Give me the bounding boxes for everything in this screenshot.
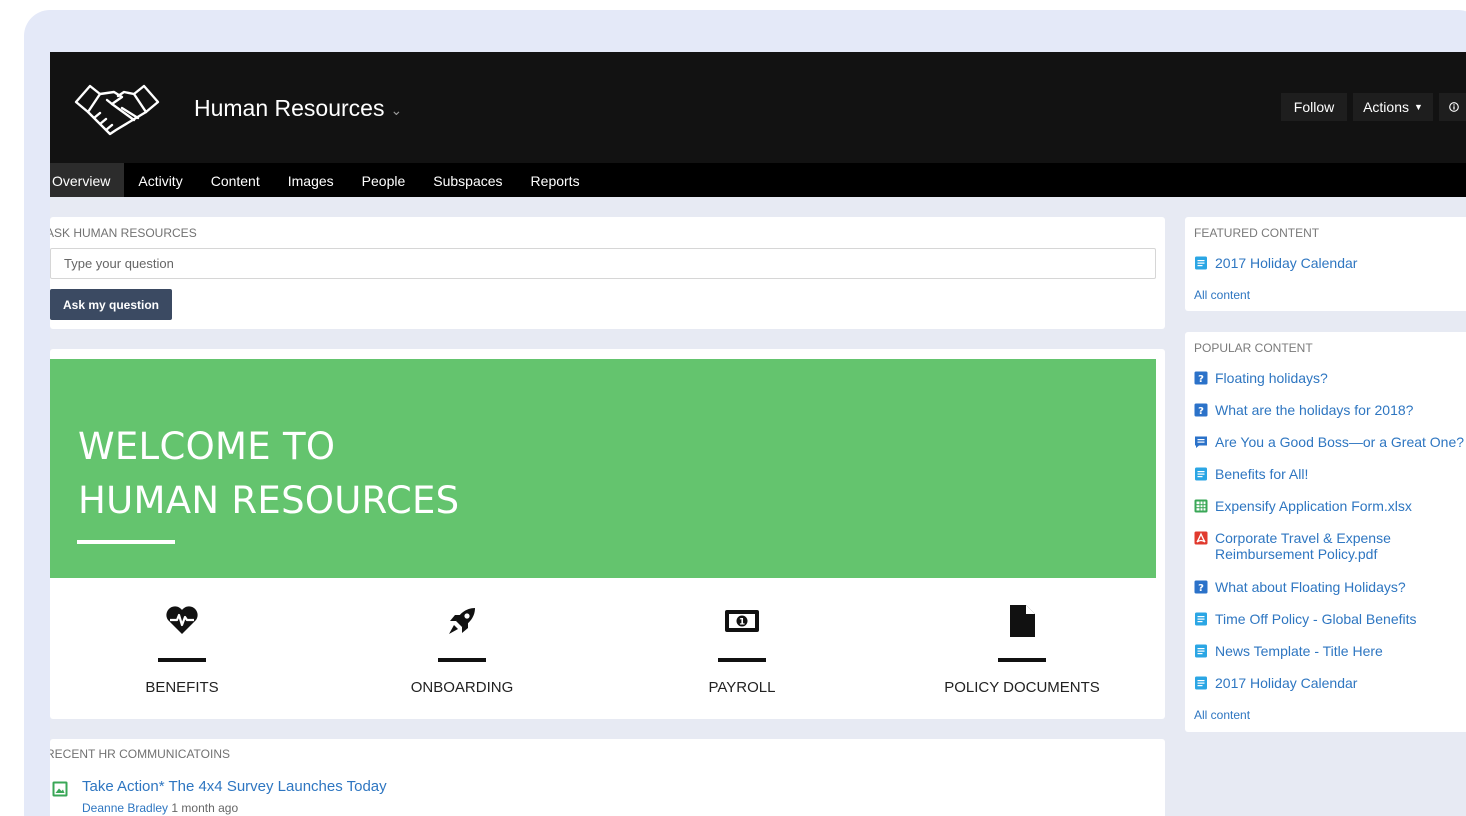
tile-payroll[interactable]: 1 PAYROLL xyxy=(610,604,874,704)
tab-subspaces[interactable]: Subspaces xyxy=(419,163,516,197)
question-icon: ? xyxy=(1194,371,1208,385)
popular-all-content-link[interactable]: All content xyxy=(1194,708,1250,722)
document-icon xyxy=(1195,467,1207,481)
tile-label: PAYROLL xyxy=(708,679,776,696)
recent-communications-widget: RECENT HR COMMUNICATOINS Take Action* Th… xyxy=(50,739,1165,816)
welcome-widget: WELCOME TO HUMAN RESOURCES BENEFITS ONBO… xyxy=(50,349,1165,719)
ask-heading: ASK HUMAN RESOURCES xyxy=(50,226,197,240)
popular-item[interactable]: ? What are the holidays for 2018? xyxy=(1194,402,1413,418)
recent-item-meta: Deanne Bradley 1 month ago xyxy=(82,801,238,815)
popular-item[interactable]: ? What about Floating Holidays? xyxy=(1194,579,1406,595)
caret-down-icon: ▼ xyxy=(1414,102,1423,112)
svg-text:?: ? xyxy=(1198,406,1204,417)
spreadsheet-icon xyxy=(1194,499,1208,513)
question-icon: ? xyxy=(1194,580,1208,594)
featured-all-content-link[interactable]: All content xyxy=(1194,288,1250,302)
image-post-icon xyxy=(52,781,68,797)
rocket-icon xyxy=(449,608,475,634)
featured-item[interactable]: 2017 Holiday Calendar xyxy=(1194,255,1357,271)
popular-item-title: News Template - Title Here xyxy=(1215,643,1383,659)
space-nav: Overview Activity Content Images People … xyxy=(50,163,1466,197)
tab-reports[interactable]: Reports xyxy=(517,163,594,197)
app-window: Human Resources ⌄ Follow Actions ▼ Overv… xyxy=(50,52,1466,816)
recent-item-title[interactable]: Take Action* The 4x4 Survey Launches Tod… xyxy=(82,778,387,795)
popular-content-widget: POPULAR CONTENT ? Floating holidays? ? W… xyxy=(1185,332,1466,732)
welcome-line-1: WELCOME TO xyxy=(78,425,336,468)
tile-divider xyxy=(438,658,486,662)
document-icon xyxy=(1010,605,1035,637)
welcome-banner: WELCOME TO HUMAN RESOURCES xyxy=(50,359,1156,578)
tab-activity[interactable]: Activity xyxy=(124,163,196,197)
popular-item-title: Floating holidays? xyxy=(1215,370,1328,386)
pdf-icon xyxy=(1194,531,1208,545)
question-input[interactable] xyxy=(50,248,1156,279)
actions-label: Actions xyxy=(1363,99,1409,115)
popular-item[interactable]: Expensify Application Form.xlsx xyxy=(1194,498,1412,514)
chevron-down-icon: ⌄ xyxy=(390,102,403,118)
popular-item[interactable]: Benefits for All! xyxy=(1194,466,1308,482)
featured-item-title: 2017 Holiday Calendar xyxy=(1215,255,1358,271)
tile-onboarding[interactable]: ONBOARDING xyxy=(330,604,594,704)
tab-people[interactable]: People xyxy=(348,163,420,197)
info-button[interactable] xyxy=(1439,93,1466,121)
ask-question-button[interactable]: Ask my question xyxy=(50,289,172,320)
document-icon xyxy=(1195,644,1207,658)
tab-images[interactable]: Images xyxy=(274,163,348,197)
space-header: Human Resources ⌄ Follow Actions ▼ xyxy=(50,52,1466,163)
ask-widget: ASK HUMAN RESOURCES Ask my question xyxy=(50,217,1165,329)
popular-item[interactable]: ? Floating holidays? xyxy=(1194,370,1328,386)
question-icon: ? xyxy=(1194,403,1208,417)
popular-item-title: Benefits for All! xyxy=(1215,466,1309,482)
handshake-icon xyxy=(74,84,160,136)
welcome-line-2: HUMAN RESOURCES xyxy=(78,479,460,522)
tile-divider xyxy=(998,658,1046,662)
svg-text:?: ? xyxy=(1198,583,1204,594)
popular-item[interactable]: Time Off Policy - Global Benefits xyxy=(1194,611,1417,627)
popular-item-title: What about Floating Holidays? xyxy=(1215,579,1406,595)
popular-item[interactable]: 2017 Holiday Calendar xyxy=(1194,675,1357,691)
tile-label: ONBOARDING xyxy=(410,679,514,696)
tile-divider xyxy=(158,658,206,662)
tile-benefits[interactable]: BENEFITS xyxy=(50,604,314,704)
tile-policy-documents[interactable]: POLICY DOCUMENTS xyxy=(890,604,1154,704)
svg-text:1: 1 xyxy=(739,618,745,628)
popular-heading: POPULAR CONTENT xyxy=(1194,341,1313,355)
follow-button[interactable]: Follow xyxy=(1281,93,1347,121)
popular-item-title: Expensify Application Form.xlsx xyxy=(1215,498,1412,514)
money-bill-icon: 1 xyxy=(725,610,759,632)
tile-label: BENEFITS xyxy=(145,679,219,696)
popular-item-title: Time Off Policy - Global Benefits xyxy=(1215,611,1417,627)
popular-item-title: 2017 Holiday Calendar xyxy=(1215,675,1358,691)
document-icon xyxy=(1195,676,1207,690)
popular-item[interactable]: Corporate Travel & Expense Reimbursement… xyxy=(1194,530,1414,562)
document-icon xyxy=(1195,612,1207,626)
tile-divider xyxy=(718,658,766,662)
actions-button[interactable]: Actions ▼ xyxy=(1353,93,1433,121)
featured-content-widget: FEATURED CONTENT 2017 Holiday Calendar A… xyxy=(1185,217,1466,311)
popular-item[interactable]: News Template - Title Here xyxy=(1194,643,1383,659)
popular-item-title: Are You a Good Boss—or a Great One? xyxy=(1215,434,1465,450)
featured-heading: FEATURED CONTENT xyxy=(1194,226,1320,240)
space-title-text: Human Resources xyxy=(194,95,385,121)
popular-item-title: Corporate Travel & Expense Reimbursement… xyxy=(1215,530,1391,562)
recent-item-author[interactable]: Deanne Bradley xyxy=(82,801,168,815)
tab-content[interactable]: Content xyxy=(197,163,274,197)
recent-heading: RECENT HR COMMUNICATOINS xyxy=(50,747,231,761)
recent-item-time: 1 month ago xyxy=(171,801,239,815)
popular-item[interactable]: Are You a Good Boss—or a Great One? xyxy=(1194,434,1464,450)
popular-item-title: What are the holidays for 2018? xyxy=(1215,402,1414,418)
svg-text:?: ? xyxy=(1198,374,1204,385)
tab-overview[interactable]: Overview xyxy=(50,163,125,197)
tile-label: POLICY DOCUMENTS xyxy=(944,679,1100,696)
blog-post-icon xyxy=(1195,436,1207,448)
info-icon xyxy=(1449,102,1459,112)
document-icon xyxy=(1195,256,1207,270)
space-title[interactable]: Human Resources ⌄ xyxy=(194,95,402,122)
heart-pulse-icon xyxy=(166,606,198,634)
welcome-divider xyxy=(77,540,175,544)
